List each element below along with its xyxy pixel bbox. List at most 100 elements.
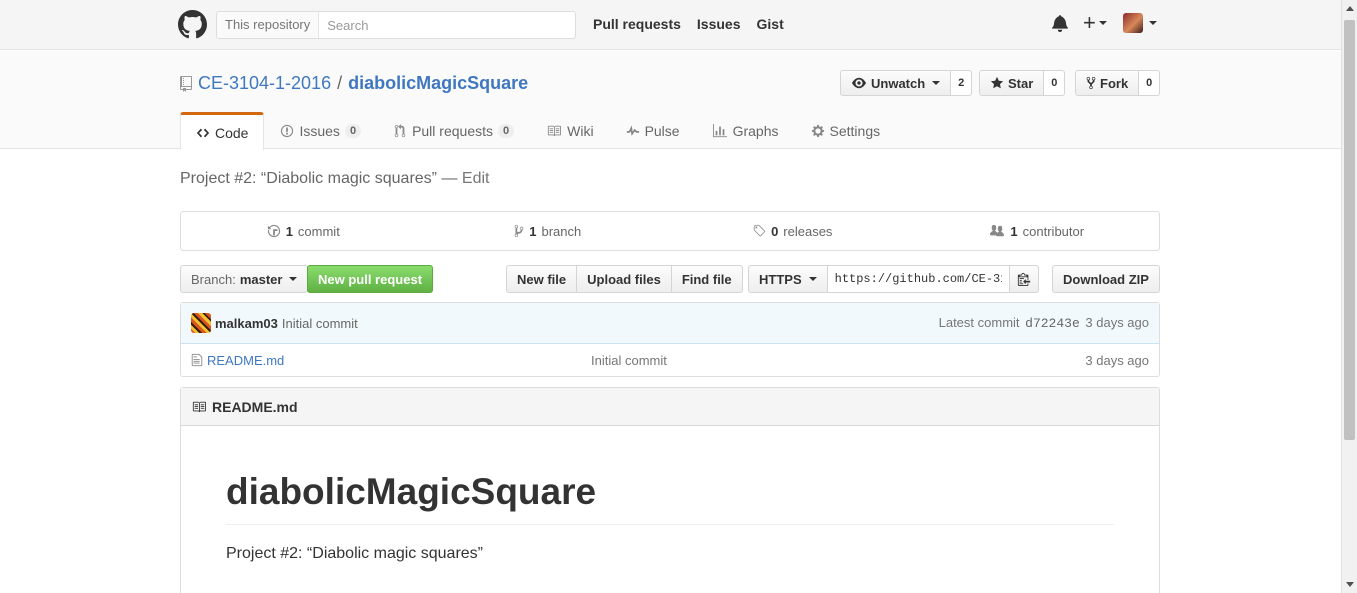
graph-icon (712, 124, 727, 138)
commit-sha-link[interactable]: d72243e (1025, 316, 1080, 331)
search-input[interactable] (319, 12, 575, 38)
scrollbar-thumb[interactable] (1344, 20, 1355, 440)
unwatch-label: Unwatch (871, 75, 926, 91)
description-text: Project #2: “Diabolic magic squares” — (180, 170, 458, 187)
git-pull-request-icon (394, 124, 406, 138)
fork-button[interactable]: Fork (1075, 70, 1140, 96)
repo-head: CE-3104-1-2016 / diabolicMagicSquare Unw… (0, 51, 1341, 150)
commits-count: 1 (285, 223, 293, 239)
repo-title: CE-3104-1-2016 / diabolicMagicSquare (180, 73, 528, 94)
commits-link[interactable]: 1 commit (181, 212, 426, 250)
chevron-down-icon (289, 277, 298, 281)
history-icon (267, 224, 280, 238)
table-row: README.md Initial commit 3 days ago (181, 344, 1159, 376)
commits-label: commit (297, 223, 340, 239)
branches-label: branch (541, 223, 582, 239)
file-age: 3 days ago (1085, 352, 1149, 368)
releases-link[interactable]: 0 releases (670, 212, 915, 250)
readme-header: README.md (181, 388, 1159, 426)
commit-tease: malkam03 Initial commit Latest commit d7… (181, 303, 1159, 344)
forks-count[interactable]: 0 (1139, 70, 1161, 96)
watch-group: Unwatch 2 (840, 70, 973, 96)
readme-filename: README.md (212, 398, 298, 415)
fork-label: Fork (1100, 75, 1129, 91)
github-logo-icon[interactable] (178, 10, 207, 39)
branch-name: master (239, 271, 283, 287)
plus-icon: + (1083, 10, 1096, 35)
tab-settings[interactable]: Settings (795, 112, 897, 149)
protocol-select-button[interactable]: HTTPS (748, 265, 828, 293)
clone-url-input[interactable] (827, 265, 1010, 293)
gear-icon (811, 124, 824, 138)
tab-wiki[interactable]: Wiki (530, 112, 609, 149)
repo-nav: Code Issues 0 Pull requests 0 Wiki Pulse… (180, 112, 897, 150)
tab-pull-requests[interactable]: Pull requests 0 (377, 112, 530, 149)
readme-box: README.md diabolicMagicSquare Project #2… (180, 387, 1160, 593)
file-commit-message-link[interactable]: Initial commit (591, 353, 1085, 368)
bell-icon[interactable] (1052, 14, 1068, 32)
site-header: This repository Pull requests Issues Gis… (0, 0, 1341, 50)
edit-description-link[interactable]: Edit (462, 170, 490, 187)
stars-count[interactable]: 0 (1044, 70, 1066, 96)
download-zip-button[interactable]: Download ZIP (1052, 265, 1160, 293)
pulls-counter: 0 (498, 124, 515, 138)
tab-pulse[interactable]: Pulse (610, 112, 696, 149)
tab-graphs[interactable]: Graphs (696, 112, 795, 149)
watchers-count[interactable]: 2 (951, 70, 973, 96)
chevron-down-icon (1098, 21, 1107, 25)
path-separator: / (337, 73, 343, 93)
find-file-button[interactable]: Find file (671, 265, 743, 293)
issues-counter: 0 (344, 124, 362, 138)
branch-group: Branch: master (180, 265, 309, 293)
branch-select-button[interactable]: Branch: master (180, 265, 309, 293)
repo-owner-link[interactable]: CE-3104-1-2016 (198, 73, 331, 94)
scroll-down-arrow-icon[interactable] (1346, 582, 1354, 587)
commit-author-link[interactable]: malkam03 (215, 316, 278, 331)
user-menu-button[interactable] (1107, 13, 1157, 33)
repo-name-link[interactable]: diabolicMagicSquare (348, 73, 528, 94)
new-pull-request-button[interactable]: New pull request (307, 265, 434, 293)
new-file-button[interactable]: New file (506, 265, 578, 293)
tab-issues-label: Issues (299, 123, 340, 139)
download-group: Download ZIP (1052, 265, 1160, 293)
tab-graphs-label: Graphs (732, 123, 779, 139)
star-button[interactable]: Star (979, 70, 1045, 96)
upload-files-button[interactable]: Upload files (577, 265, 672, 293)
top-nav: Pull requests Issues Gist (593, 16, 784, 32)
file-table: malkam03 Initial commit Latest commit d7… (180, 302, 1160, 377)
contributors-label: contributor (1022, 223, 1085, 239)
star-group: Star 0 (979, 70, 1066, 96)
nav-issues[interactable]: Issues (697, 16, 741, 32)
git-branch-icon (514, 224, 524, 238)
scroll-up-arrow-icon[interactable] (1346, 6, 1354, 11)
branch-prefix: Branch: (191, 271, 236, 287)
contributors-link[interactable]: 1 contributor (915, 212, 1160, 250)
file-link[interactable]: README.md (207, 353, 284, 368)
nav-pull-requests[interactable]: Pull requests (593, 16, 681, 32)
code-icon (196, 128, 210, 137)
tab-issues[interactable]: Issues 0 (264, 112, 377, 149)
tab-pulse-label: Pulse (644, 123, 680, 139)
header-actions: + (1052, 10, 1157, 35)
chevron-down-icon (932, 81, 941, 85)
file-actions-group: New file Upload files Find file (506, 265, 743, 293)
file-text-icon (191, 353, 203, 367)
nav-gist[interactable]: Gist (757, 16, 784, 32)
organization-icon (990, 224, 1005, 237)
clippy-icon (1017, 272, 1030, 286)
tab-code-label: Code (215, 124, 249, 141)
branches-link[interactable]: 1 branch (426, 212, 671, 250)
copy-url-button[interactable] (1009, 265, 1039, 293)
create-new-button[interactable]: + (1083, 10, 1107, 35)
new-pr-group: New pull request (307, 265, 434, 293)
commit-message-link[interactable]: Initial commit (282, 316, 358, 331)
issue-opened-icon (281, 124, 294, 138)
contributors-count: 1 (1010, 223, 1018, 239)
unwatch-button[interactable]: Unwatch (840, 70, 952, 96)
readme-paragraph: Project #2: “Diabolic magic squares” (226, 545, 483, 563)
page-scrollbar[interactable] (1341, 0, 1357, 593)
protocol-label: HTTPS (759, 271, 802, 287)
avatar[interactable] (191, 313, 211, 333)
tab-code[interactable]: Code (180, 112, 265, 150)
file-name-cell: README.md (191, 353, 591, 368)
